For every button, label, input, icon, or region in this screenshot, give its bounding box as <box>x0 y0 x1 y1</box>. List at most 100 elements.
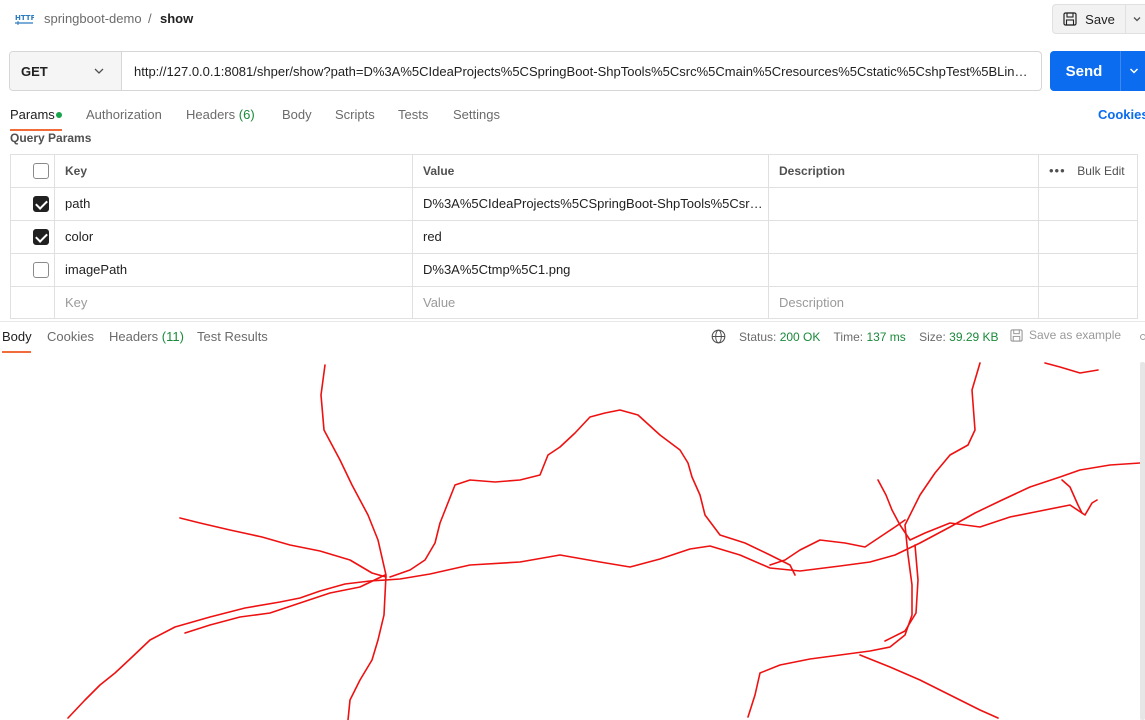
response-tab-body[interactable]: Body <box>2 329 32 344</box>
time-value[interactable]: 137 ms <box>866 330 905 344</box>
response-image <box>67 362 1141 720</box>
size-value[interactable]: 39.29 KB <box>949 330 998 344</box>
tab-authorization[interactable]: Authorization <box>86 107 162 122</box>
send-button[interactable]: Send <box>1050 51 1118 91</box>
shape-line <box>747 362 981 718</box>
breadcrumb-request-name[interactable]: show <box>160 11 193 26</box>
method-select[interactable]: GET <box>10 52 122 90</box>
row-checkbox-cell <box>11 221 55 253</box>
column-header-description: Description <box>769 155 1039 187</box>
response-tab-cookies[interactable]: Cookies <box>47 329 94 344</box>
chevron-down-icon <box>1129 68 1138 74</box>
save-label: Save <box>1085 11 1115 27</box>
shape-line <box>184 574 386 634</box>
shape-lines <box>67 362 1141 720</box>
time-label: Time: <box>833 330 864 344</box>
svg-text:HTTP: HTTP <box>15 14 34 22</box>
tab-body[interactable]: Body <box>282 107 312 122</box>
more-options-icon[interactable]: ••• <box>1049 163 1066 178</box>
save-as-example-label: Save as example <box>1029 328 1122 342</box>
chevron-down-icon <box>94 68 104 74</box>
method-label: GET <box>21 64 48 79</box>
bulk-edit-cell: ••• Bulk Edit <box>1039 155 1137 187</box>
send-button-group: Send <box>1050 51 1145 91</box>
more-options-icon[interactable] <box>1140 334 1145 340</box>
shape-line <box>859 654 999 719</box>
table-header-row: Key Value Description ••• Bulk Edit <box>11 155 1137 188</box>
select-all-cell <box>11 155 55 187</box>
breadcrumb-collection[interactable]: springboot-demo <box>44 11 142 26</box>
shape-line <box>179 517 387 578</box>
url-input[interactable]: http://127.0.0.1:8081/shper/show?path=D%… <box>134 64 1034 79</box>
tab-scripts[interactable]: Scripts <box>335 107 375 122</box>
cookies-link[interactable]: Cookies <box>1098 107 1145 122</box>
size-label: Size: <box>919 330 946 344</box>
response-scrollbar[interactable] <box>1140 362 1145 720</box>
table-row: imagePath D%3A%5Ctmp%5C1.png <box>11 254 1137 287</box>
shape-line <box>67 462 1141 719</box>
top-bar: HTTP springboot-demo / show Save <box>0 0 1145 40</box>
send-options-button[interactable] <box>1120 51 1145 91</box>
shape-line <box>1044 362 1099 374</box>
shape-line <box>1061 479 1083 514</box>
tab-tests[interactable]: Tests <box>398 107 428 122</box>
save-as-example-button[interactable]: Save as example <box>1010 328 1121 342</box>
save-options-button[interactable] <box>1125 5 1145 33</box>
row-checkbox-cell <box>11 188 55 220</box>
response-body <box>0 355 1145 720</box>
response-tab-headers-label: Headers <box>109 329 159 344</box>
query-params-title: Query Params <box>10 131 92 145</box>
row-actions-cell <box>1039 188 1137 220</box>
new-param-row: Key Value Description <box>11 287 1137 320</box>
status-value[interactable]: 200 OK <box>780 330 821 344</box>
tab-params[interactable]: Params <box>10 107 55 122</box>
bulk-edit-button[interactable]: Bulk Edit <box>1069 164 1124 178</box>
row-checkbox[interactable] <box>33 229 49 245</box>
url-bar: GET http://127.0.0.1:8081/shper/show?pat… <box>9 51 1042 91</box>
response-meta: Status: 200 OK Time: 137 ms Size: 39.29 … <box>739 330 999 344</box>
param-value[interactable]: D%3A%5CIdeaProjects%5CSpringBoot-ShpTool… <box>413 188 769 220</box>
response-tab-test-results[interactable]: Test Results <box>197 329 268 344</box>
select-all-checkbox[interactable] <box>33 163 49 179</box>
row-checkbox[interactable] <box>33 196 49 212</box>
tab-headers-label: Headers <box>186 107 236 122</box>
row-checkbox[interactable] <box>33 262 49 278</box>
row-checkbox-cell <box>11 287 55 319</box>
param-value[interactable]: D%3A%5Ctmp%5C1.png <box>413 254 769 286</box>
column-header-key: Key <box>55 155 413 187</box>
shape-line <box>884 544 919 642</box>
save-button[interactable]: Save <box>1053 5 1125 33</box>
shape-line <box>877 479 1098 541</box>
save-icon <box>1063 12 1077 26</box>
table-row: color red <box>11 221 1137 254</box>
shape-line <box>320 364 387 720</box>
tab-headers[interactable]: Headers (6) <box>186 107 255 122</box>
row-actions-cell <box>1039 221 1137 253</box>
new-description-input[interactable]: Description <box>769 287 1039 319</box>
new-value-input[interactable]: Value <box>413 287 769 319</box>
query-params-table: Key Value Description ••• Bulk Edit path… <box>10 154 1138 319</box>
param-description[interactable] <box>769 221 1039 253</box>
breadcrumb-separator: / <box>148 11 152 26</box>
param-description[interactable] <box>769 254 1039 286</box>
row-actions-cell <box>1039 254 1137 286</box>
shape-line <box>389 409 796 578</box>
status-label: Status: <box>739 330 777 344</box>
tab-settings[interactable]: Settings <box>453 107 500 122</box>
param-key[interactable]: color <box>55 221 413 253</box>
row-checkbox-cell <box>11 254 55 286</box>
tab-headers-count: (6) <box>238 107 255 122</box>
param-key[interactable]: imagePath <box>55 254 413 286</box>
column-header-value: Value <box>413 155 769 187</box>
param-value[interactable]: red <box>413 221 769 253</box>
param-description[interactable] <box>769 188 1039 220</box>
response-tab-headers-count: (11) <box>161 329 184 344</box>
row-actions-cell <box>1039 287 1137 319</box>
save-icon <box>1010 328 1023 342</box>
table-row: path D%3A%5CIdeaProjects%5CSpringBoot-Sh… <box>11 188 1137 221</box>
response-tab-headers[interactable]: Headers (11) <box>109 329 184 344</box>
save-button-group: Save <box>1052 4 1145 34</box>
new-key-input[interactable]: Key <box>55 287 413 319</box>
globe-icon[interactable] <box>711 329 726 344</box>
param-key[interactable]: path <box>55 188 413 220</box>
